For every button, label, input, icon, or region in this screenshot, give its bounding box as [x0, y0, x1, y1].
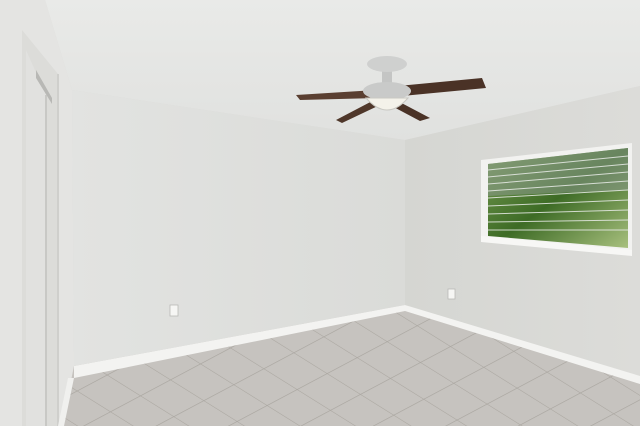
room-illustration: [0, 0, 640, 426]
window[interactable]: [481, 143, 632, 256]
outlet-right-wall: [447, 288, 456, 300]
fan-motor-housing: [363, 82, 411, 100]
fan-canopy: [367, 56, 407, 72]
closet-door[interactable]: [22, 30, 59, 426]
room-photo: [0, 0, 640, 426]
outlet-back-wall: [169, 304, 179, 317]
